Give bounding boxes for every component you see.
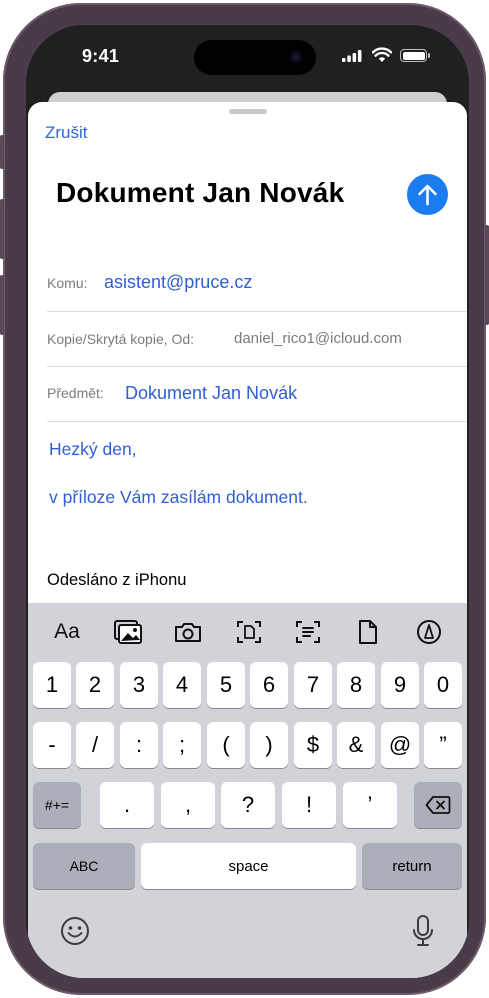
key-7[interactable]: 7 bbox=[294, 662, 332, 708]
to-field[interactable]: Komu: asistent@pruce.cz bbox=[47, 257, 467, 312]
volume-down-button bbox=[0, 275, 4, 335]
key-8[interactable]: 8 bbox=[337, 662, 375, 708]
attach-file-button[interactable] bbox=[353, 617, 383, 647]
subject-label: Předmět: bbox=[47, 385, 104, 401]
volume-up-button bbox=[0, 199, 4, 259]
to-recipient[interactable]: asistent@pruce.cz bbox=[104, 272, 252, 293]
key-open-paren[interactable]: ( bbox=[207, 722, 245, 768]
to-label: Komu: bbox=[47, 275, 88, 291]
battery-icon bbox=[400, 49, 430, 62]
signature[interactable]: Odesláno z iPhonu bbox=[47, 571, 186, 590]
from-address[interactable]: daniel_rico1@icloud.com bbox=[234, 330, 402, 347]
body-text[interactable]: v příloze Vám zasílám dokument. bbox=[49, 487, 308, 508]
sheet-grabber[interactable] bbox=[229, 109, 267, 114]
dictation-button[interactable] bbox=[412, 914, 434, 953]
camera-icon bbox=[175, 623, 201, 642]
phone-frame: 9:41 Zrušit Dokument Jan Novák Komu: asi… bbox=[0, 3, 489, 995]
status-bar: 9:41 bbox=[26, 25, 469, 87]
compose-title: Dokument Jan Novák bbox=[56, 177, 345, 208]
key-5[interactable]: 5 bbox=[207, 662, 245, 708]
markup-icon bbox=[417, 620, 441, 644]
backspace-icon bbox=[425, 796, 451, 814]
scan-document-icon bbox=[237, 621, 261, 643]
key-colon[interactable]: : bbox=[120, 722, 158, 768]
key-comma[interactable]: , bbox=[161, 782, 215, 828]
screen: 9:41 Zrušit Dokument Jan Novák Komu: asi… bbox=[26, 25, 469, 978]
attach-file-icon bbox=[359, 620, 377, 644]
key-exclamation[interactable]: ! bbox=[282, 782, 336, 828]
key-2[interactable]: 2 bbox=[76, 662, 114, 708]
key-close-paren[interactable]: ) bbox=[250, 722, 288, 768]
dynamic-island bbox=[194, 40, 316, 75]
scan-text-button[interactable] bbox=[293, 617, 323, 647]
key-delete[interactable] bbox=[414, 782, 462, 828]
key-9[interactable]: 9 bbox=[381, 662, 419, 708]
key-dollar[interactable]: $ bbox=[294, 722, 332, 768]
cc-bcc-from-label: Kopie/Skrytá kopie, Od: bbox=[47, 331, 195, 347]
power-button bbox=[485, 225, 489, 325]
key-space[interactable]: space bbox=[141, 843, 356, 889]
key-at[interactable]: @ bbox=[381, 722, 419, 768]
key-quote[interactable]: ” bbox=[424, 722, 462, 768]
key-hyphen[interactable]: - bbox=[33, 722, 71, 768]
arrow-up-icon bbox=[418, 184, 437, 206]
key-3[interactable]: 3 bbox=[120, 662, 158, 708]
emoji-icon bbox=[61, 917, 89, 945]
key-return[interactable]: return bbox=[362, 843, 462, 889]
body-greeting[interactable]: Hezký den, bbox=[49, 439, 137, 460]
cc-bcc-from-field[interactable]: Kopie/Skrytá kopie, Od: daniel_rico1@icl… bbox=[47, 312, 467, 367]
subject-field[interactable]: Předmět: Dokument Jan Novák bbox=[47, 367, 467, 422]
compose-sheet: Zrušit Dokument Jan Novák Komu: asistent… bbox=[28, 102, 467, 978]
subject-input[interactable]: Dokument Jan Novák bbox=[125, 383, 297, 404]
camera-button[interactable] bbox=[173, 617, 203, 647]
key-0[interactable]: 0 bbox=[424, 662, 462, 708]
key-slash[interactable]: / bbox=[76, 722, 114, 768]
format-text-button[interactable]: Aa bbox=[52, 617, 82, 647]
scan-document-button[interactable] bbox=[234, 617, 264, 647]
key-4[interactable]: 4 bbox=[163, 662, 201, 708]
photo-library-icon bbox=[114, 620, 142, 644]
keyboard: Aa 1 2 3 4 5 6 7 8 9 0 - /: ; () $ & @… bbox=[28, 603, 467, 978]
key-ampersand[interactable]: & bbox=[337, 722, 375, 768]
wifi-icon bbox=[372, 47, 392, 62]
microphone-icon bbox=[413, 915, 433, 946]
cancel-button[interactable]: Zrušit bbox=[45, 123, 88, 143]
key-more-symbols[interactable]: #+= bbox=[33, 782, 81, 828]
markup-button[interactable] bbox=[414, 617, 444, 647]
key-6[interactable]: 6 bbox=[250, 662, 288, 708]
send-button[interactable] bbox=[407, 174, 448, 215]
key-apostrophe[interactable]: ’ bbox=[343, 782, 397, 828]
scan-text-icon bbox=[296, 621, 320, 643]
cellular-signal-icon bbox=[342, 50, 362, 62]
key-question[interactable]: ? bbox=[221, 782, 275, 828]
emoji-button[interactable] bbox=[60, 916, 90, 951]
status-time: 9:41 bbox=[82, 46, 120, 66]
photo-library-button[interactable] bbox=[113, 617, 143, 647]
format-toolbar: Aa bbox=[28, 603, 467, 658]
key-semicolon[interactable]: ; bbox=[163, 722, 201, 768]
key-1[interactable]: 1 bbox=[33, 662, 71, 708]
front-camera bbox=[290, 51, 302, 63]
ring-switch bbox=[0, 135, 4, 169]
key-abc[interactable]: ABC bbox=[33, 843, 135, 889]
key-period[interactable]: . bbox=[100, 782, 154, 828]
